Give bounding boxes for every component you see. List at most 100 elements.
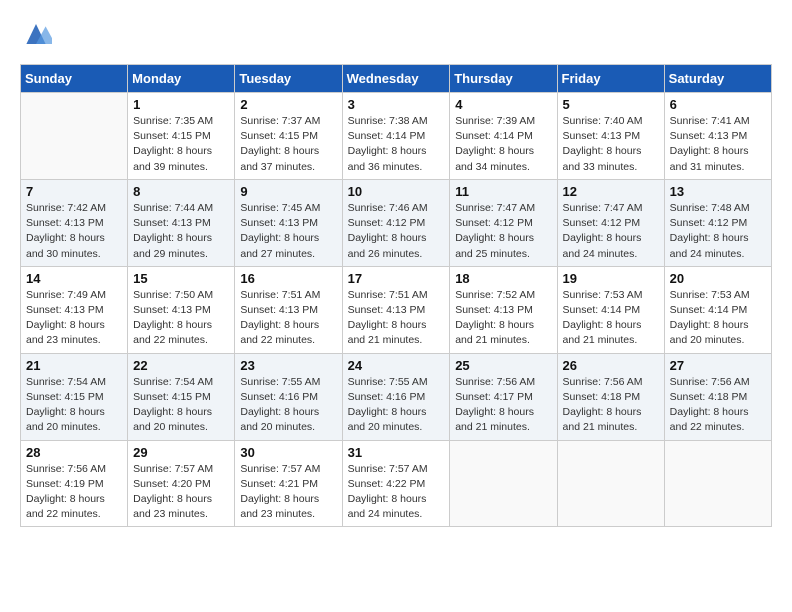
day-number: 29 <box>133 445 229 460</box>
calendar-cell: 31 Sunrise: 7:57 AM Sunset: 4:22 PM Dayli… <box>342 440 450 527</box>
calendar-cell: 18Sunrise: 7:52 AM Sunset: 4:13 PM Dayli… <box>450 266 557 353</box>
day-header-friday: Friday <box>557 65 664 93</box>
day-number: 8 <box>133 184 229 199</box>
calendar-week-3: 14 Sunrise: 7:49 AM Sunset: 4:13 PM Dayli… <box>21 266 772 353</box>
calendar-cell: 22 Sunrise: 7:54 AM Sunset: 4:15 PM Dayli… <box>128 353 235 440</box>
calendar-cell: 29Sunrise: 7:57 AM Sunset: 4:20 PM Dayli… <box>128 440 235 527</box>
day-number: 6 <box>670 97 766 112</box>
day-info: Sunrise: 7:53 AM Sunset: 4:14 PM Dayligh… <box>563 288 659 349</box>
day-number: 24 <box>348 358 445 373</box>
calendar-cell: 11 Sunrise: 7:47 AM Sunset: 4:12 PM Dayli… <box>450 179 557 266</box>
calendar-cell <box>557 440 664 527</box>
calendar-cell: 10 Sunrise: 7:46 AM Sunset: 4:12 PM Dayli… <box>342 179 450 266</box>
day-info: Sunrise: 7:47 AM Sunset: 4:12 PM Dayligh… <box>563 201 659 262</box>
calendar-cell: 19 Sunrise: 7:53 AM Sunset: 4:14 PM Dayli… <box>557 266 664 353</box>
day-number: 13 <box>670 184 766 199</box>
day-header-thursday: Thursday <box>450 65 557 93</box>
day-number: 14 <box>26 271 122 286</box>
calendar-cell: 30 Sunrise: 7:57 AM Sunset: 4:21 PM Dayli… <box>235 440 342 527</box>
day-number: 16 <box>240 271 336 286</box>
calendar-cell: 6 Sunrise: 7:41 AM Sunset: 4:13 PM Daylig… <box>664 93 771 180</box>
day-number: 4 <box>455 97 551 112</box>
day-info: Sunrise: 7:42 AM Sunset: 4:13 PM Dayligh… <box>26 201 122 262</box>
day-info: Sunrise: 7:51 AM Sunset: 4:13 PM Dayligh… <box>348 288 445 349</box>
day-info: Sunrise: 7:53 AM Sunset: 4:14 PM Dayligh… <box>670 288 766 349</box>
day-number: 5 <box>563 97 659 112</box>
day-number: 21 <box>26 358 122 373</box>
day-info: Sunrise: 7:51 AM Sunset: 4:13 PM Dayligh… <box>240 288 336 349</box>
calendar-cell: 7 Sunrise: 7:42 AM Sunset: 4:13 PM Daylig… <box>21 179 128 266</box>
calendar-cell: 26 Sunrise: 7:56 AM Sunset: 4:18 PM Dayli… <box>557 353 664 440</box>
logo-icon <box>20 20 52 48</box>
calendar-cell: 13 Sunrise: 7:48 AM Sunset: 4:12 PM Dayli… <box>664 179 771 266</box>
calendar-cell: 15 Sunrise: 7:50 AM Sunset: 4:13 PM Dayli… <box>128 266 235 353</box>
calendar-cell: 2 Sunrise: 7:37 AM Sunset: 4:15 PM Daylig… <box>235 93 342 180</box>
calendar-week-5: 28 Sunrise: 7:56 AM Sunset: 4:19 PM Dayli… <box>21 440 772 527</box>
day-number: 28 <box>26 445 122 460</box>
day-info: Sunrise: 7:39 AM Sunset: 4:14 PM Dayligh… <box>455 114 551 175</box>
day-number: 15 <box>133 271 229 286</box>
day-info: Sunrise: 7:54 AM Sunset: 4:15 PM Dayligh… <box>26 375 122 436</box>
day-info: Sunrise: 7:45 AM Sunset: 4:13 PM Dayligh… <box>240 201 336 262</box>
calendar-cell: 8Sunrise: 7:44 AM Sunset: 4:13 PM Daylig… <box>128 179 235 266</box>
day-number: 22 <box>133 358 229 373</box>
day-number: 7 <box>26 184 122 199</box>
day-number: 2 <box>240 97 336 112</box>
calendar-cell: 12 Sunrise: 7:47 AM Sunset: 4:12 PM Dayli… <box>557 179 664 266</box>
day-info: Sunrise: 7:56 AM Sunset: 4:18 PM Dayligh… <box>563 375 659 436</box>
day-header-tuesday: Tuesday <box>235 65 342 93</box>
day-info: Sunrise: 7:57 AM Sunset: 4:21 PM Dayligh… <box>240 462 336 523</box>
day-info: Sunrise: 7:55 AM Sunset: 4:16 PM Dayligh… <box>240 375 336 436</box>
day-info: Sunrise: 7:52 AM Sunset: 4:13 PM Dayligh… <box>455 288 551 349</box>
day-header-wednesday: Wednesday <box>342 65 450 93</box>
day-info: Sunrise: 7:35 AM Sunset: 4:15 PM Dayligh… <box>133 114 229 175</box>
day-number: 25 <box>455 358 551 373</box>
calendar-cell <box>21 93 128 180</box>
day-number: 1 <box>133 97 229 112</box>
day-info: Sunrise: 7:49 AM Sunset: 4:13 PM Dayligh… <box>26 288 122 349</box>
calendar-cell: 5Sunrise: 7:40 AM Sunset: 4:13 PM Daylig… <box>557 93 664 180</box>
calendar-cell: 23 Sunrise: 7:55 AM Sunset: 4:16 PM Dayli… <box>235 353 342 440</box>
day-number: 20 <box>670 271 766 286</box>
calendar-cell: 1 Sunrise: 7:35 AM Sunset: 4:15 PM Daylig… <box>128 93 235 180</box>
calendar-cell: 16 Sunrise: 7:51 AM Sunset: 4:13 PM Dayli… <box>235 266 342 353</box>
day-info: Sunrise: 7:41 AM Sunset: 4:13 PM Dayligh… <box>670 114 766 175</box>
day-info: Sunrise: 7:37 AM Sunset: 4:15 PM Dayligh… <box>240 114 336 175</box>
day-info: Sunrise: 7:47 AM Sunset: 4:12 PM Dayligh… <box>455 201 551 262</box>
day-number: 26 <box>563 358 659 373</box>
day-number: 19 <box>563 271 659 286</box>
day-number: 23 <box>240 358 336 373</box>
day-info: Sunrise: 7:54 AM Sunset: 4:15 PM Dayligh… <box>133 375 229 436</box>
page-header <box>20 20 772 48</box>
day-number: 12 <box>563 184 659 199</box>
day-number: 10 <box>348 184 445 199</box>
day-header-sunday: Sunday <box>21 65 128 93</box>
day-info: Sunrise: 7:56 AM Sunset: 4:17 PM Dayligh… <box>455 375 551 436</box>
calendar-cell: 4 Sunrise: 7:39 AM Sunset: 4:14 PM Daylig… <box>450 93 557 180</box>
day-info: Sunrise: 7:48 AM Sunset: 4:12 PM Dayligh… <box>670 201 766 262</box>
day-number: 11 <box>455 184 551 199</box>
calendar-table: SundayMondayTuesdayWednesdayThursdayFrid… <box>20 64 772 527</box>
day-header-saturday: Saturday <box>664 65 771 93</box>
day-info: Sunrise: 7:57 AM Sunset: 4:22 PM Dayligh… <box>348 462 445 523</box>
day-info: Sunrise: 7:56 AM Sunset: 4:19 PM Dayligh… <box>26 462 122 523</box>
day-number: 9 <box>240 184 336 199</box>
calendar-cell <box>664 440 771 527</box>
calendar-cell: 17 Sunrise: 7:51 AM Sunset: 4:13 PM Dayli… <box>342 266 450 353</box>
calendar-cell: 21 Sunrise: 7:54 AM Sunset: 4:15 PM Dayli… <box>21 353 128 440</box>
day-info: Sunrise: 7:38 AM Sunset: 4:14 PM Dayligh… <box>348 114 445 175</box>
calendar-cell: 25 Sunrise: 7:56 AM Sunset: 4:17 PM Dayli… <box>450 353 557 440</box>
calendar-cell: 9 Sunrise: 7:45 AM Sunset: 4:13 PM Daylig… <box>235 179 342 266</box>
calendar-week-2: 7 Sunrise: 7:42 AM Sunset: 4:13 PM Daylig… <box>21 179 772 266</box>
calendar-cell <box>450 440 557 527</box>
day-info: Sunrise: 7:46 AM Sunset: 4:12 PM Dayligh… <box>348 201 445 262</box>
day-header-monday: Monday <box>128 65 235 93</box>
calendar-cell: 3Sunrise: 7:38 AM Sunset: 4:14 PM Daylig… <box>342 93 450 180</box>
calendar-cell: 20 Sunrise: 7:53 AM Sunset: 4:14 PM Dayli… <box>664 266 771 353</box>
day-number: 30 <box>240 445 336 460</box>
day-number: 31 <box>348 445 445 460</box>
logo <box>20 20 56 48</box>
day-number: 17 <box>348 271 445 286</box>
day-info: Sunrise: 7:56 AM Sunset: 4:18 PM Dayligh… <box>670 375 766 436</box>
day-info: Sunrise: 7:50 AM Sunset: 4:13 PM Dayligh… <box>133 288 229 349</box>
